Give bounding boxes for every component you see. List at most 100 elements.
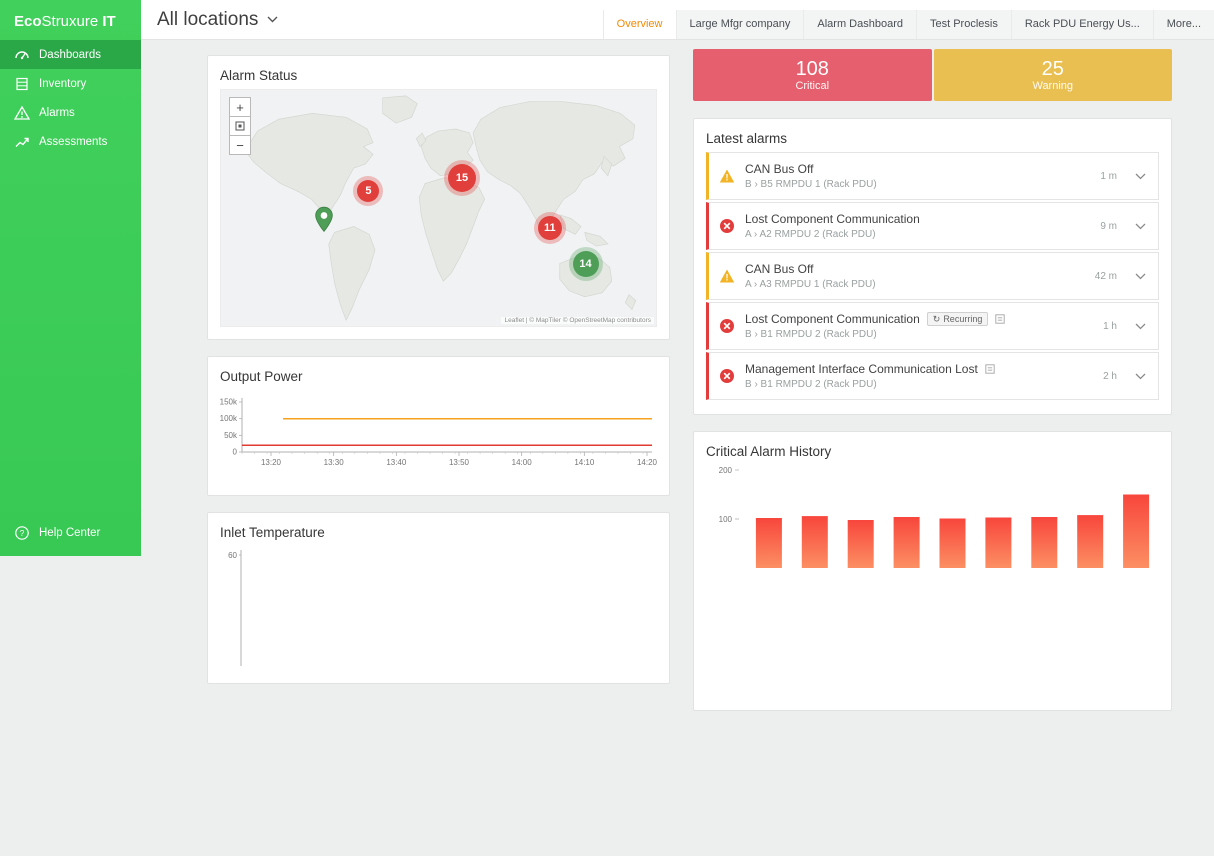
- logo-text-struxure: Struxure: [42, 13, 99, 30]
- alarm-title-line: Lost Component Communication ↻Recurring: [745, 312, 1103, 326]
- chevron-down-icon[interactable]: [1133, 321, 1148, 332]
- critical-summary-tile[interactable]: 108 Critical: [693, 49, 932, 101]
- help-center-label: Help Center: [39, 527, 100, 539]
- chevron-down-icon[interactable]: [1133, 271, 1148, 282]
- warning-icon: !: [719, 268, 735, 284]
- svg-text:0: 0: [233, 448, 238, 457]
- sidebar-item-alarms[interactable]: Alarms: [0, 98, 141, 127]
- tab-large-mfgr-company[interactable]: Large Mfgr company: [676, 10, 804, 39]
- sidebar-item-label: Assessments: [39, 136, 107, 148]
- svg-text:13:40: 13:40: [386, 458, 407, 467]
- dashboard-tabs: OverviewLarge Mfgr companyAlarm Dashboar…: [603, 10, 1214, 39]
- alarm-age: 9 m: [1100, 221, 1117, 232]
- sidebar-item-inventory[interactable]: Inventory: [0, 69, 141, 98]
- alarm-age: 42 m: [1095, 271, 1117, 282]
- svg-text:13:20: 13:20: [261, 458, 282, 467]
- sidebar: EcoStruxure IT Dashboards Inventory Alarms…: [0, 0, 141, 556]
- alarm-title-line: CAN Bus Off: [745, 262, 1095, 276]
- inventory-icon: [14, 76, 30, 92]
- warning-count: 25: [1042, 58, 1064, 80]
- sidebar-item-label: Dashboards: [39, 49, 101, 61]
- recurring-badge: ↻Recurring: [927, 312, 989, 326]
- warning-summary-tile[interactable]: 25 Warning: [934, 49, 1173, 101]
- latest-alarms-title: Latest alarms: [706, 131, 1159, 146]
- location-selector-label: All locations: [157, 9, 258, 31]
- alarm-text: Lost Component Communication A › A2 RMPDU…: [745, 212, 1100, 240]
- inlet-temperature-chart: 60: [220, 546, 657, 666]
- sidebar-item-dashboards[interactable]: Dashboards: [0, 40, 141, 69]
- map-zoom-controls: + −: [229, 98, 251, 155]
- alarm-row[interactable]: Management Interface Communication Lost B…: [706, 352, 1159, 400]
- location-pin-marker[interactable]: [314, 206, 334, 238]
- fit-bounds-icon: [234, 120, 246, 132]
- alarm-row[interactable]: !CAN Bus OffA › A3 RMPDU 1 (Rack PDU)42 …: [706, 252, 1159, 300]
- svg-text:13:50: 13:50: [449, 458, 470, 467]
- alarm-device-path: A › A2 RMPDU 2 (Rack PDU): [745, 229, 1100, 240]
- zoom-out-button[interactable]: −: [229, 135, 251, 155]
- top-header: All locations OverviewLarge Mfgr company…: [141, 0, 1214, 40]
- tab-test-proclesis[interactable]: Test Proclesis: [916, 10, 1011, 39]
- trend-chart-icon: [14, 134, 30, 150]
- alarm-device-path: B › B1 RMPDU 2 (Rack PDU): [745, 329, 1103, 340]
- chevron-down-icon[interactable]: [1133, 371, 1148, 382]
- svg-text:14:10: 14:10: [574, 458, 595, 467]
- chevron-down-icon[interactable]: [1133, 221, 1148, 232]
- critical-label: Critical: [795, 80, 829, 92]
- alarm-text: Management Interface Communication Lost B…: [745, 362, 1103, 390]
- tab-rack-pdu-energy-us[interactable]: Rack PDU Energy Us...: [1011, 10, 1153, 39]
- alarm-device-path: B › B5 RMPDU 1 (Rack PDU): [745, 179, 1100, 190]
- app-logo: EcoStruxure IT: [0, 0, 141, 40]
- svg-text:13:30: 13:30: [324, 458, 345, 467]
- sidebar-item-assessments[interactable]: Assessments: [0, 127, 141, 156]
- tab-overview[interactable]: Overview: [603, 10, 676, 39]
- location-selector[interactable]: All locations: [141, 9, 294, 31]
- chevron-down-icon[interactable]: [1133, 171, 1148, 182]
- alarm-title-line: Lost Component Communication: [745, 212, 1100, 226]
- alarm-text: CAN Bus Off B › B5 RMPDU 1 (Rack PDU): [745, 162, 1100, 190]
- alarm-title: CAN Bus Off: [745, 162, 813, 176]
- critical-alarm-history-chart: 100200: [706, 465, 1159, 570]
- zoom-in-button[interactable]: +: [229, 97, 251, 117]
- world-map[interactable]: + − 5 15 11 14 Leaflet | © MapTiler © OpenS…: [220, 89, 657, 327]
- warning-label: Warning: [1032, 80, 1073, 92]
- svg-text:14:20: 14:20: [637, 458, 657, 467]
- alarm-device-path: B › B1 RMPDU 2 (Rack PDU): [745, 379, 1103, 390]
- critical-count: 108: [796, 58, 829, 80]
- cluster-marker-ok[interactable]: 14: [573, 251, 599, 277]
- tab-more[interactable]: More...: [1153, 10, 1214, 39]
- alarm-age: 2 h: [1103, 371, 1117, 382]
- gauge-icon: [14, 47, 30, 63]
- critical-alarm-history-card: Critical Alarm History 100200: [693, 431, 1172, 711]
- chevron-down-icon: [267, 16, 278, 23]
- help-center-button[interactable]: ? Help Center: [0, 520, 141, 546]
- logo-text-eco: Eco: [14, 13, 42, 30]
- map-marker-layer: 5 15 11 14: [221, 90, 656, 326]
- alarm-title: Management Interface Communication Lost: [745, 362, 978, 376]
- alarm-row[interactable]: Lost Component Communication ↻Recurring B …: [706, 302, 1159, 350]
- fit-bounds-button[interactable]: [229, 116, 251, 136]
- alarm-title-line: Management Interface Communication Lost: [745, 362, 1103, 376]
- cluster-marker-critical[interactable]: 15: [448, 164, 476, 192]
- tab-alarm-dashboard[interactable]: Alarm Dashboard: [803, 10, 916, 39]
- svg-text:?: ?: [20, 528, 25, 538]
- output-power-title: Output Power: [220, 369, 657, 384]
- critical-icon: [719, 218, 735, 234]
- alarm-title: Lost Component Communication: [745, 312, 920, 326]
- alarm-status-card: Alarm Status: [207, 55, 670, 340]
- svg-text:150k: 150k: [220, 398, 238, 407]
- output-power-card: Output Power 050k100k150k13:2013:3013:40…: [207, 356, 670, 496]
- svg-text:50k: 50k: [224, 431, 238, 440]
- sidebar-item-label: Inventory: [39, 78, 86, 90]
- cluster-marker-critical[interactable]: 11: [538, 216, 562, 240]
- alarm-row[interactable]: !CAN Bus OffB › B5 RMPDU 1 (Rack PDU)1 m: [706, 152, 1159, 200]
- details-icon: [995, 314, 1005, 324]
- alarm-text: Lost Component Communication ↻Recurring B …: [745, 312, 1103, 340]
- inlet-temperature-card: Inlet Temperature 60: [207, 512, 670, 684]
- logo-text-it: IT: [98, 13, 116, 30]
- alarm-row[interactable]: Lost Component Communication A › A2 RMPDU…: [706, 202, 1159, 250]
- cluster-marker-critical[interactable]: 5: [357, 180, 379, 202]
- critical-icon: [719, 368, 735, 384]
- map-attribution: Leaflet | © MapTiler © OpenStreetMap con…: [501, 317, 654, 324]
- alarm-title-line: CAN Bus Off: [745, 162, 1100, 176]
- svg-text:!: !: [726, 273, 729, 283]
